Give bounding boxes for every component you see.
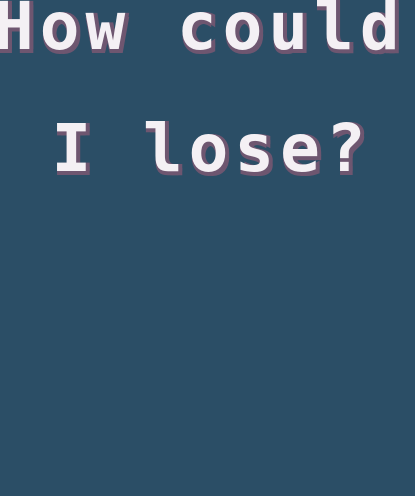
game-screen: How could d I lose? [0, 0, 415, 496]
dialog-text-line-2: d I lose? [0, 110, 372, 187]
dialog-text-line-1: How could [0, 0, 406, 65]
